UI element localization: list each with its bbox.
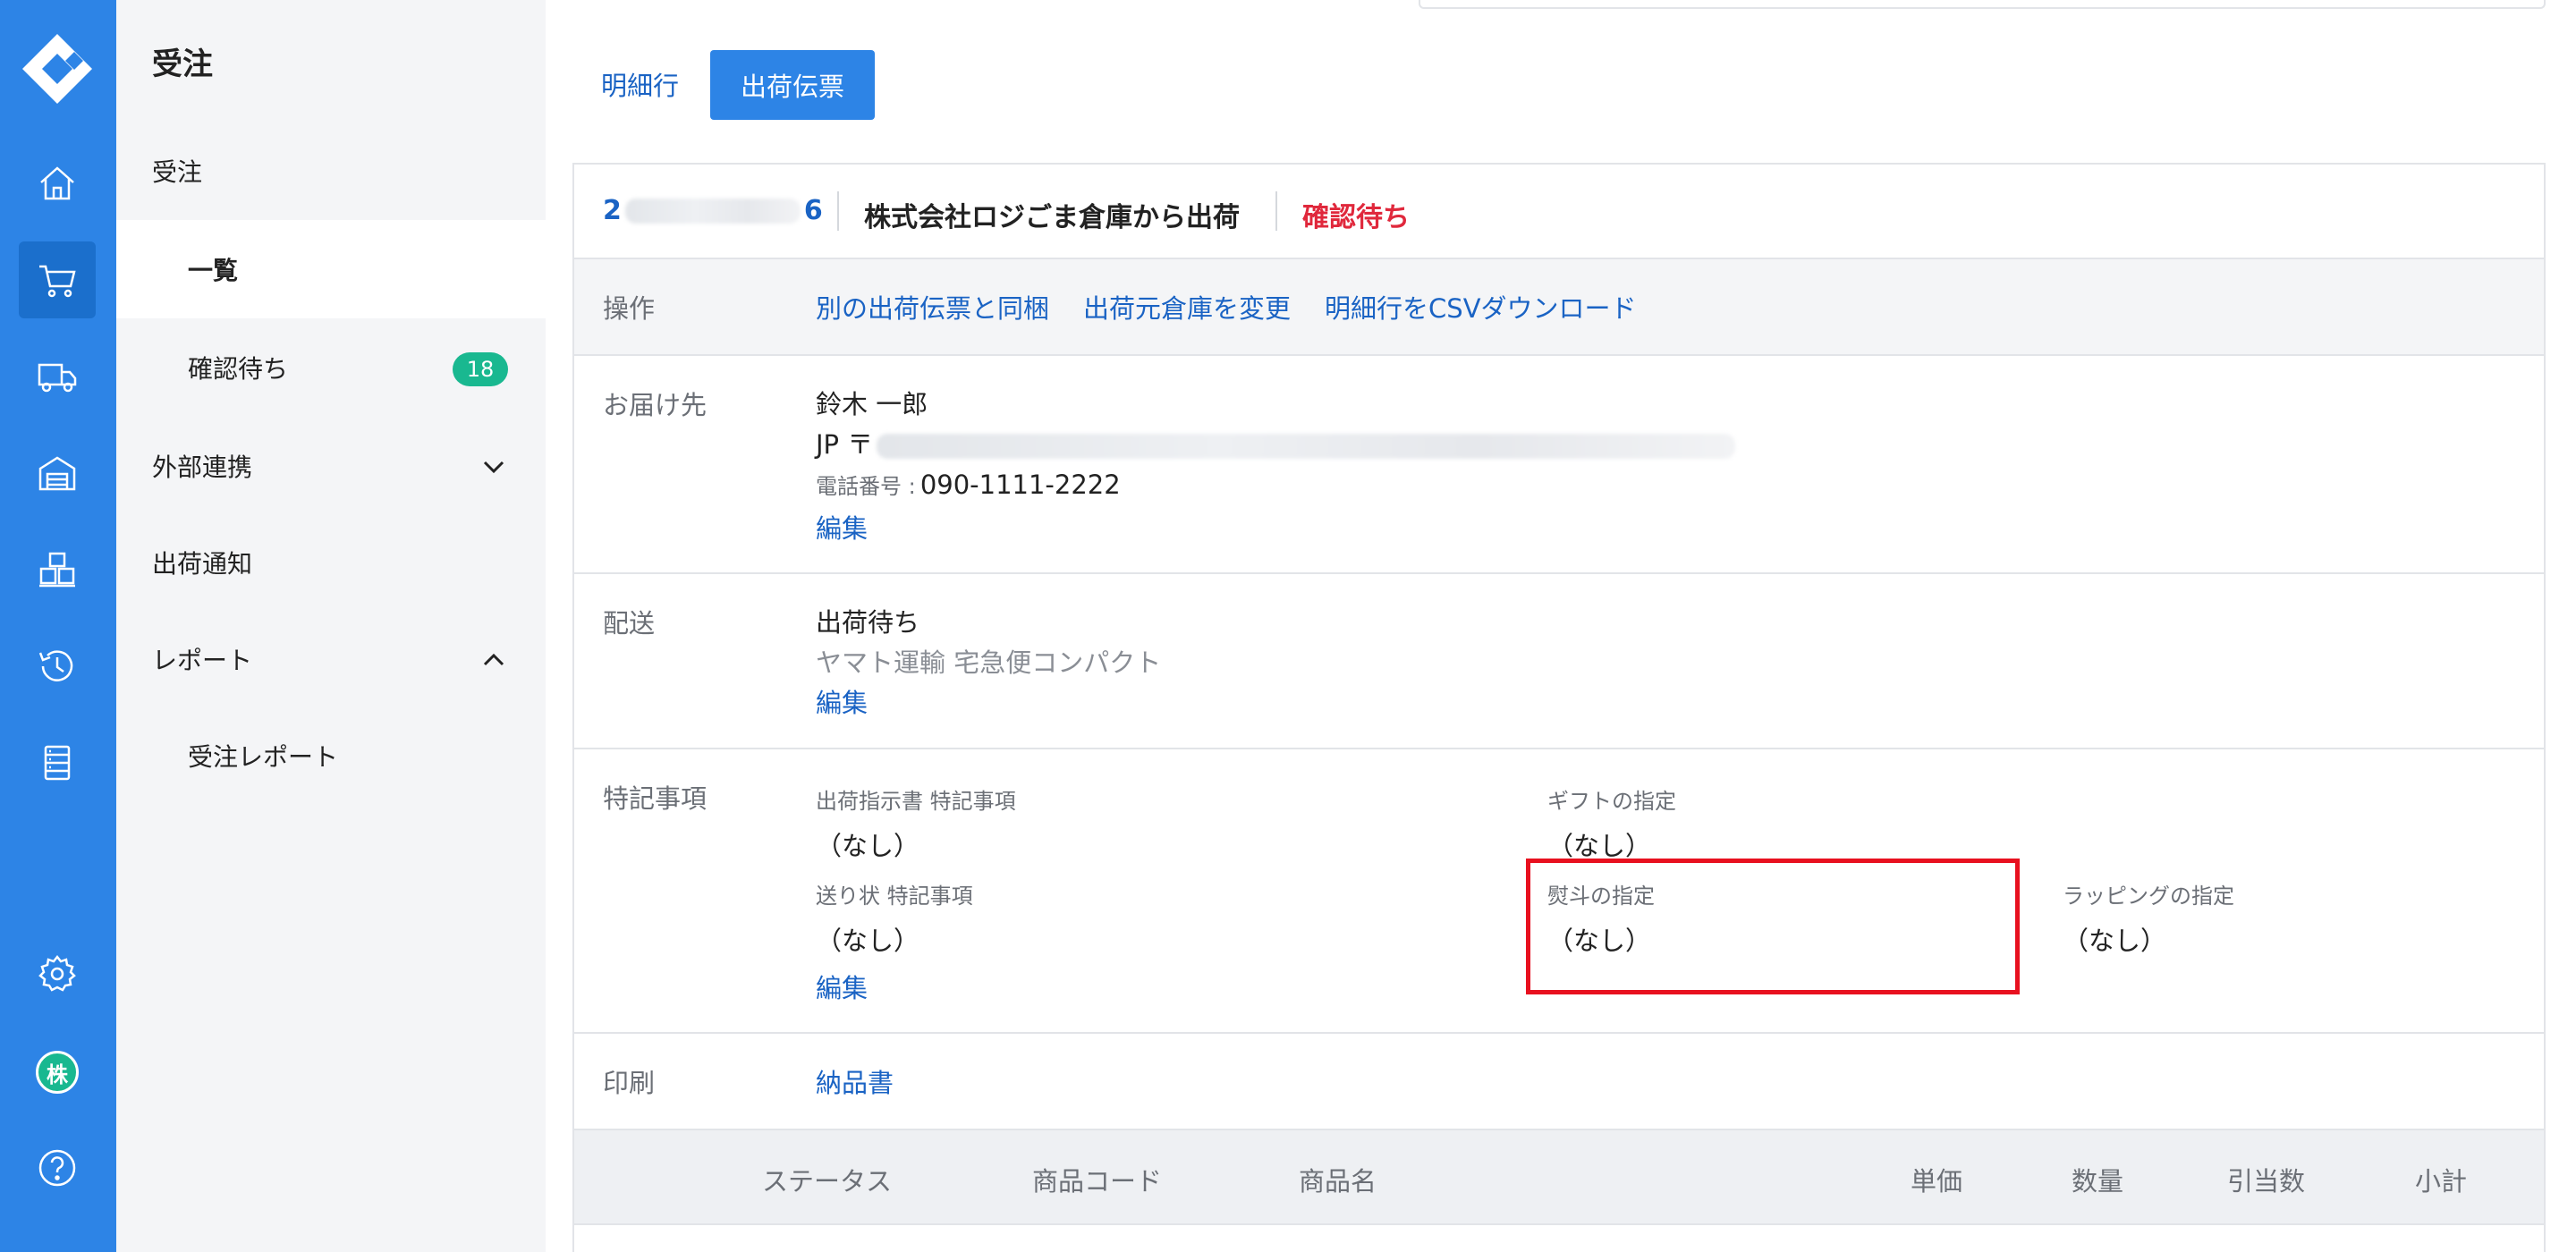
gift-note-value: （なし） (1547, 831, 1652, 861)
order-id-start: 2 (603, 195, 622, 226)
column-header-subtotal[interactable]: 小計 (2415, 1161, 2467, 1198)
sidebar-item-label: 受注 (152, 157, 203, 187)
sidebar-item-label: レポート (152, 646, 253, 675)
notes-label: 特記事項 (603, 783, 708, 814)
highlight-box (1526, 859, 2020, 994)
chevron-up-icon (483, 653, 504, 666)
instruction-note: 出荷指示書 特記事項 （なし） (816, 783, 1016, 863)
recipient-name: 鈴木 一郎 (816, 389, 928, 419)
top-strip (1419, 0, 2546, 9)
edit-notes-link[interactable]: 編集 (816, 968, 868, 1005)
help-icon[interactable] (19, 1129, 96, 1206)
carrier-text: ヤマト運輸 宅急便コンパクト (816, 647, 1162, 678)
divider (837, 191, 839, 231)
home-icon[interactable] (19, 145, 96, 222)
gift-note: ギフトの指定 （なし） (1547, 783, 1676, 863)
sidebar-item-reports[interactable]: レポート (116, 610, 546, 708)
destination-row: お届け先 鈴木 一郎 JP 〒 電話番号 : 090-1111-2222 編集 (574, 356, 2544, 574)
address-prefix: JP 〒 (816, 429, 874, 460)
phone-number: 090-1111-2222 (919, 470, 1121, 500)
redacted-text (624, 198, 801, 224)
main-content: 明細行 出荷伝票 2 6 株式会社ロジごま倉庫から出荷 確認待ち 操作 別の出荷… (546, 0, 2576, 1252)
table-header: ステータス 商品コード 商品名 単価 数量 引当数 小計 (574, 1130, 2544, 1225)
bundle-link[interactable]: 別の出荷伝票と同梱 (816, 288, 1049, 326)
shipping-label: 配送 (603, 608, 656, 639)
avatar-text: 株 (47, 1062, 68, 1087)
app-logo-icon[interactable] (19, 30, 96, 107)
column-header-unit-price[interactable]: 単価 (1911, 1161, 1962, 1198)
sidebar-item-orders[interactable]: 受注 (116, 122, 546, 220)
wrapping-note: ラッピングの指定 （なし） (2063, 878, 2234, 958)
destination-label: お届け先 (603, 390, 708, 420)
column-header-status[interactable]: ステータス (762, 1161, 892, 1198)
change-warehouse-link[interactable]: 出荷元倉庫を変更 (1083, 288, 1291, 326)
warehouse-text: 株式会社ロジごま倉庫から出荷 (864, 202, 1240, 233)
tab-lines[interactable]: 明細行 (601, 50, 679, 118)
icon-rail: 株 (0, 0, 116, 1252)
edit-destination-link[interactable]: 編集 (816, 509, 1735, 549)
invoice-note-label: 送り状 特記事項 (816, 884, 973, 909)
shipping-row: 配送 出荷待ち ヤマト運輸 宅急便コンパクト 編集 (574, 574, 2544, 749)
chevron-down-icon (483, 461, 504, 474)
delivery-slip-link[interactable]: 納品書 (816, 1062, 894, 1100)
sidebar-item-list[interactable]: 一覧 (116, 220, 546, 318)
column-header-name[interactable]: 商品名 (1299, 1161, 1377, 1198)
instruction-note-value: （なし） (816, 831, 920, 861)
column-header-code[interactable]: 商品コード (1032, 1161, 1162, 1198)
redacted-text (877, 434, 1736, 459)
column-header-allocated[interactable]: 引当数 (2227, 1161, 2305, 1198)
operations-links: 別の出荷伝票と同梱 出荷元倉庫を変更 明細行をCSVダウンロード (816, 288, 1637, 326)
column-header-quantity[interactable]: 数量 (2072, 1161, 2123, 1198)
phone-line: 電話番号 : 090-1111-2222 (816, 465, 1735, 509)
wrapping-note-value: （なし） (2063, 926, 2167, 956)
history-icon[interactable] (19, 628, 96, 705)
instruction-note-label: 出荷指示書 特記事項 (816, 789, 1016, 814)
truck-icon[interactable] (19, 338, 96, 415)
operations-row: 操作 別の出荷伝票と同梱 出荷元倉庫を変更 明細行をCSVダウンロード (574, 259, 2544, 356)
edit-shipping-link[interactable]: 編集 (816, 683, 1161, 723)
print-row: 印刷 納品書 (574, 1034, 2544, 1130)
gear-icon[interactable] (19, 935, 96, 1012)
list-icon[interactable] (19, 724, 96, 801)
cart-icon[interactable] (19, 241, 96, 318)
sidebar-item-label: 出荷通知 (152, 549, 253, 579)
slip-header-row: 2 6 株式会社ロジごま倉庫から出荷 確認待ち (574, 165, 2544, 259)
phone-label: 電話番号 : (816, 474, 916, 499)
order-id-link[interactable]: 2 6 (603, 195, 823, 226)
avatar[interactable]: 株 (36, 1051, 79, 1094)
sidebar: 受注 受注 一覧 確認待ち 18 外部連携 出荷通知 レポート 受注レポート (116, 0, 546, 1252)
warehouse-icon[interactable] (19, 435, 96, 512)
sidebar-item-label: 外部連携 (152, 453, 253, 482)
tab-shipping-slip[interactable]: 出荷伝票 (710, 50, 876, 120)
operations-label: 操作 (603, 293, 656, 324)
sidebar-item-label: 確認待ち (188, 354, 289, 384)
shipping-body: 出荷待ち ヤマト運輸 宅急便コンパクト 編集 (816, 603, 1161, 723)
sidebar-item-integrations[interactable]: 外部連携 (116, 417, 546, 515)
shipping-status: 出荷待ち (816, 607, 920, 638)
sidebar-item-order-report[interactable]: 受注レポート (116, 706, 546, 805)
shipping-slip-panel: 2 6 株式会社ロジごま倉庫から出荷 確認待ち 操作 別の出荷伝票と同梱 出荷元… (572, 163, 2546, 1252)
sidebar-item-label: 一覧 (188, 256, 239, 285)
sidebar-item-shipping-notice[interactable]: 出荷通知 (116, 513, 546, 612)
boxes-icon[interactable] (19, 531, 96, 608)
print-label: 印刷 (603, 1068, 656, 1098)
count-badge: 18 (453, 352, 508, 386)
destination-body: 鈴木 一郎 JP 〒 電話番号 : 090-1111-2222 編集 (816, 385, 1736, 549)
wrapping-note-label: ラッピングの指定 (2063, 884, 2234, 909)
sidebar-title: 受注 (152, 47, 213, 82)
csv-download-link[interactable]: 明細行をCSVダウンロード (1325, 288, 1637, 326)
sidebar-item-pending[interactable]: 確認待ち 18 (116, 318, 546, 417)
gift-note-label: ギフトの指定 (1547, 789, 1676, 814)
invoice-note-value: （なし） (816, 926, 920, 956)
address-line: JP 〒 (816, 425, 1736, 465)
invoice-note: 送り状 特記事項 （なし） (816, 878, 973, 958)
divider (1275, 191, 1277, 231)
order-id-end: 6 (803, 195, 823, 226)
sidebar-item-label: 受注レポート (188, 742, 339, 772)
status-badge: 確認待ち (1302, 202, 1410, 233)
